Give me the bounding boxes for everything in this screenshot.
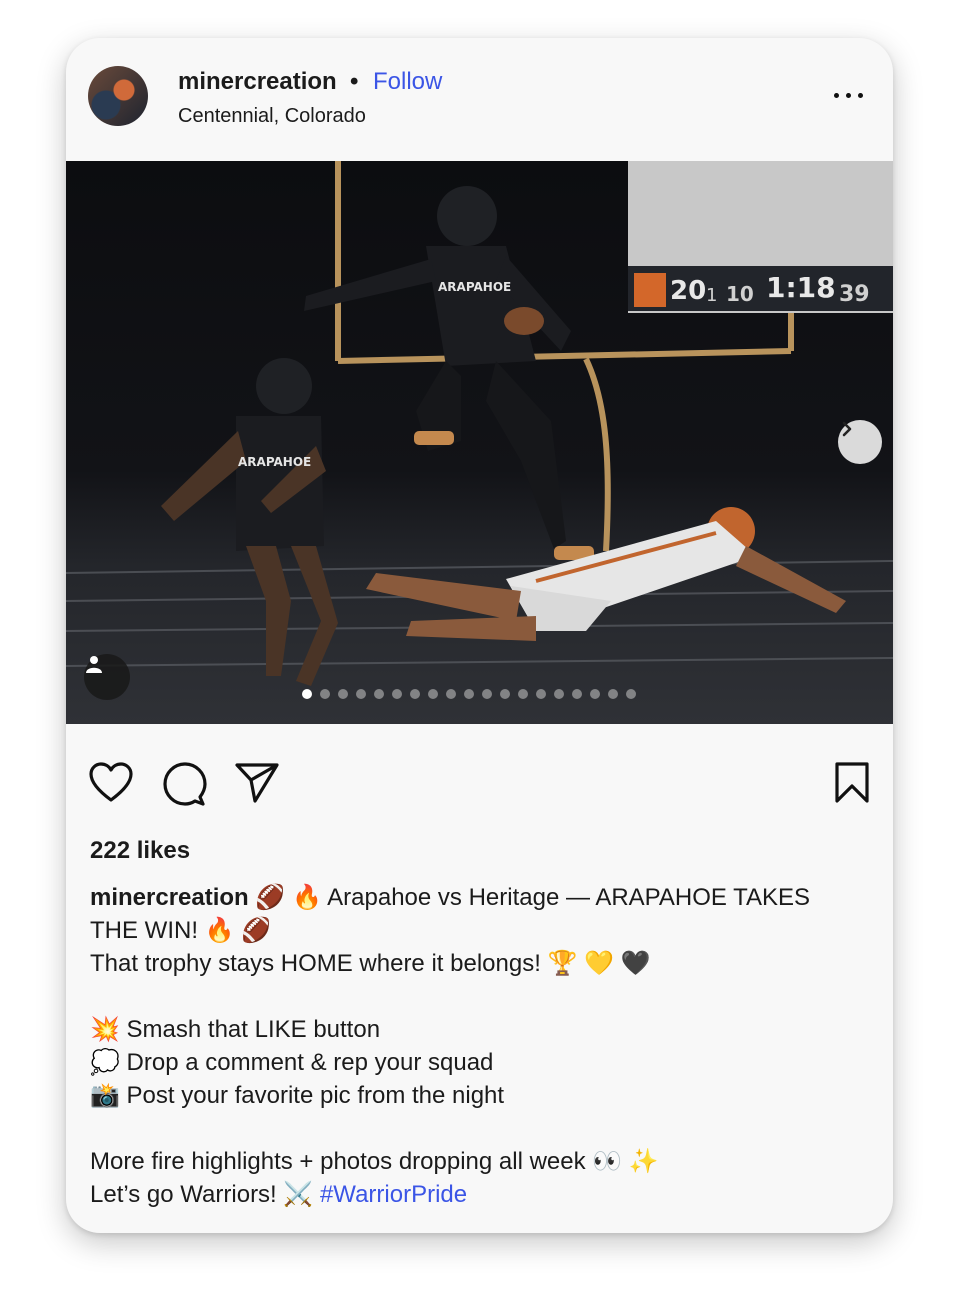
carousel-dot bbox=[464, 689, 474, 699]
caption-line-4: 💭 Drop a comment & rep your squad bbox=[90, 1049, 494, 1076]
carousel-indicator bbox=[302, 689, 636, 699]
caption-line-5: 📸 Post your favorite pic from the night bbox=[90, 1082, 505, 1109]
jersey-text-leaper: ARAPAHOE bbox=[438, 280, 511, 294]
caption-line-6: More fire highlights + photos dropping a… bbox=[90, 1148, 659, 1175]
caption-line-7: Let’s go Warriors! ⚔️ bbox=[90, 1181, 320, 1208]
carousel-dot bbox=[392, 689, 402, 699]
carousel-dot bbox=[608, 689, 618, 699]
carousel-dot bbox=[554, 689, 564, 699]
jersey-text-runner: ARAPAHOE bbox=[238, 455, 311, 469]
user-icon bbox=[86, 656, 102, 673]
score-home: 20 bbox=[670, 276, 706, 306]
running-player: ARAPAHOE bbox=[161, 358, 338, 686]
chevron-right-icon bbox=[842, 421, 852, 437]
score-away: 39 bbox=[839, 282, 870, 307]
post-photo[interactable]: 20 1 10 1:18 39 ARAPAHOE ARAPAHOE bbox=[66, 161, 893, 724]
heart-icon[interactable] bbox=[88, 761, 134, 805]
carousel-dot bbox=[428, 689, 438, 699]
score-down: 10 bbox=[726, 282, 754, 306]
caption-username[interactable]: minercreation bbox=[90, 884, 249, 911]
send-icon[interactable] bbox=[234, 761, 280, 805]
next-slide-button[interactable] bbox=[838, 420, 882, 464]
carousel-dot bbox=[320, 689, 330, 699]
carousel-dot bbox=[410, 689, 420, 699]
more-dot bbox=[858, 93, 863, 98]
scoreboard: 20 1 10 1:18 39 bbox=[628, 161, 893, 313]
more-horizontal-icon bbox=[834, 93, 839, 98]
avatar[interactable] bbox=[88, 66, 148, 126]
leaping-player: ARAPAHOE bbox=[304, 186, 594, 560]
more-options-button[interactable] bbox=[832, 85, 868, 105]
carousel-dot bbox=[374, 689, 384, 699]
post-caption: minercreation 🏈 🔥 Arapahoe vs Heritage —… bbox=[90, 881, 860, 1211]
carousel-dot bbox=[302, 689, 312, 699]
score-quarter: 1 bbox=[706, 285, 717, 306]
post-username[interactable]: minercreation bbox=[178, 68, 337, 96]
like-count[interactable]: 222 likes bbox=[90, 837, 190, 865]
carousel-dot bbox=[338, 689, 348, 699]
post-card: minercreation • Follow Centennial, Color… bbox=[66, 38, 893, 1233]
carousel-dot bbox=[356, 689, 366, 699]
follow-button[interactable]: Follow bbox=[373, 68, 442, 96]
tagged-users-button[interactable] bbox=[84, 654, 130, 700]
caption-line-3: 💥 Smash that LIKE button bbox=[90, 1016, 381, 1043]
carousel-dot bbox=[500, 689, 510, 699]
carousel-dot bbox=[626, 689, 636, 699]
comment-icon[interactable] bbox=[162, 761, 208, 807]
football-photo-illustration: 20 1 10 1:18 39 ARAPAHOE ARAPAHOE bbox=[66, 161, 893, 686]
carousel-dot bbox=[572, 689, 582, 699]
carousel-dot bbox=[446, 689, 456, 699]
carousel-dot bbox=[536, 689, 546, 699]
carousel-dot bbox=[518, 689, 528, 699]
separator-dot: • bbox=[350, 68, 359, 95]
carousel-dot bbox=[590, 689, 600, 699]
caption-line-2: That trophy stays HOME where it belongs!… bbox=[90, 950, 651, 977]
hashtag-link[interactable]: #WarriorPride bbox=[320, 1181, 467, 1208]
action-bar bbox=[66, 761, 893, 807]
post-location[interactable]: Centennial, Colorado bbox=[178, 105, 366, 128]
score-clock: 1:18 bbox=[766, 271, 836, 304]
bookmark-icon[interactable] bbox=[834, 761, 870, 805]
more-dot bbox=[846, 93, 851, 98]
carousel-dot bbox=[482, 689, 492, 699]
